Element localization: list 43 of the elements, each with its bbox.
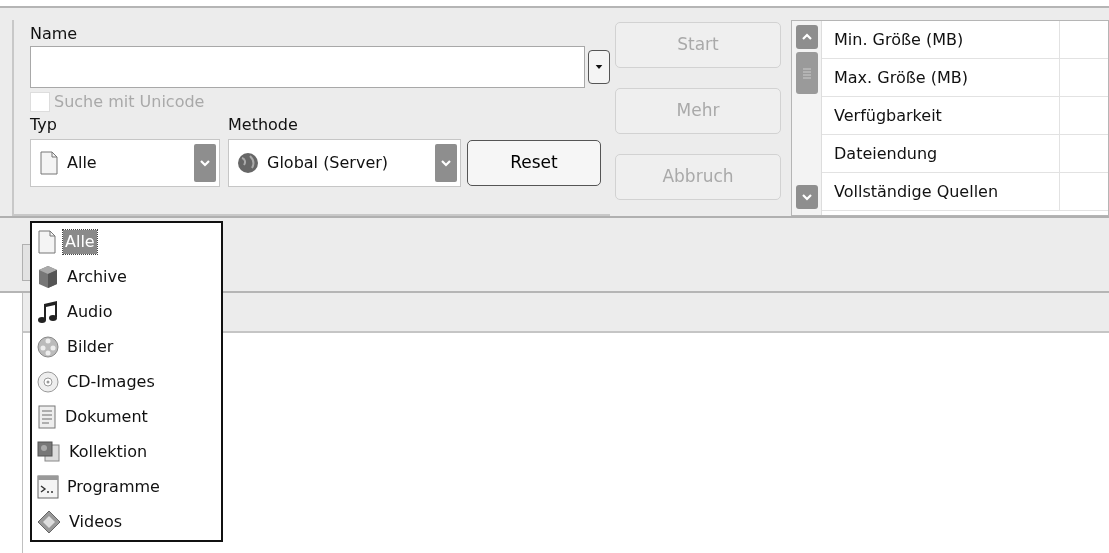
grip-icon <box>801 66 812 80</box>
field-label: Name <box>30 24 78 44</box>
dropdown-option[interactable]: Videos <box>32 504 221 539</box>
dropdown-button[interactable] <box>588 50 610 84</box>
pictures-icon <box>37 439 61 464</box>
reset-button[interactable]: Reset <box>467 140 601 186</box>
dropdown-option[interactable]: Programme <box>32 469 221 504</box>
caret-icon <box>595 63 603 71</box>
table-cell: Dateiendung <box>822 135 1060 172</box>
table-cell: Min. Größe (MB) <box>822 21 1060 58</box>
table-cell: Vollständige Quellen <box>822 173 1060 210</box>
dropdown-option[interactable]: Bilder <box>32 329 221 364</box>
music-note-icon <box>37 299 59 324</box>
method-combo[interactable]: Global (Server) <box>228 139 461 187</box>
terminal-window-icon <box>37 474 59 499</box>
table-cell: Verfügbarkeit <box>822 97 1060 134</box>
document-icon <box>37 229 57 254</box>
search-field[interactable] <box>30 46 585 88</box>
dropdown-option[interactable]: Archive <box>32 259 221 294</box>
scroll-up-button[interactable] <box>795 25 818 49</box>
disc-icon <box>37 369 59 394</box>
document-icon <box>39 151 59 175</box>
dropdown-option[interactable]: Audio <box>32 294 221 329</box>
field-label: Methode <box>228 115 298 135</box>
table-cell: Max. Größe (MB) <box>822 59 1060 96</box>
dropdown-option[interactable]: CD-Images <box>32 364 221 399</box>
film-reel-icon <box>37 334 59 359</box>
scroll-thumb[interactable] <box>795 52 818 94</box>
type-combo[interactable]: Alle <box>30 139 220 187</box>
film-icon <box>37 509 61 534</box>
chevron-up-icon <box>800 32 813 42</box>
scrollbar[interactable] <box>792 21 822 215</box>
dropdown-option[interactable]: Kollektion <box>32 434 221 469</box>
cube-icon <box>37 264 59 289</box>
chevron-down-icon <box>440 158 452 168</box>
text-document-icon <box>37 404 57 429</box>
dropdown-option[interactable]: Dokument <box>32 399 221 434</box>
chevron-down-icon <box>800 192 813 202</box>
scroll-down-button[interactable] <box>795 185 818 209</box>
chevron-down-icon <box>199 158 211 168</box>
checkbox-label: Suche mit Unicode <box>54 92 205 112</box>
globe-icon <box>237 152 259 174</box>
field-label: Typ <box>30 115 58 135</box>
